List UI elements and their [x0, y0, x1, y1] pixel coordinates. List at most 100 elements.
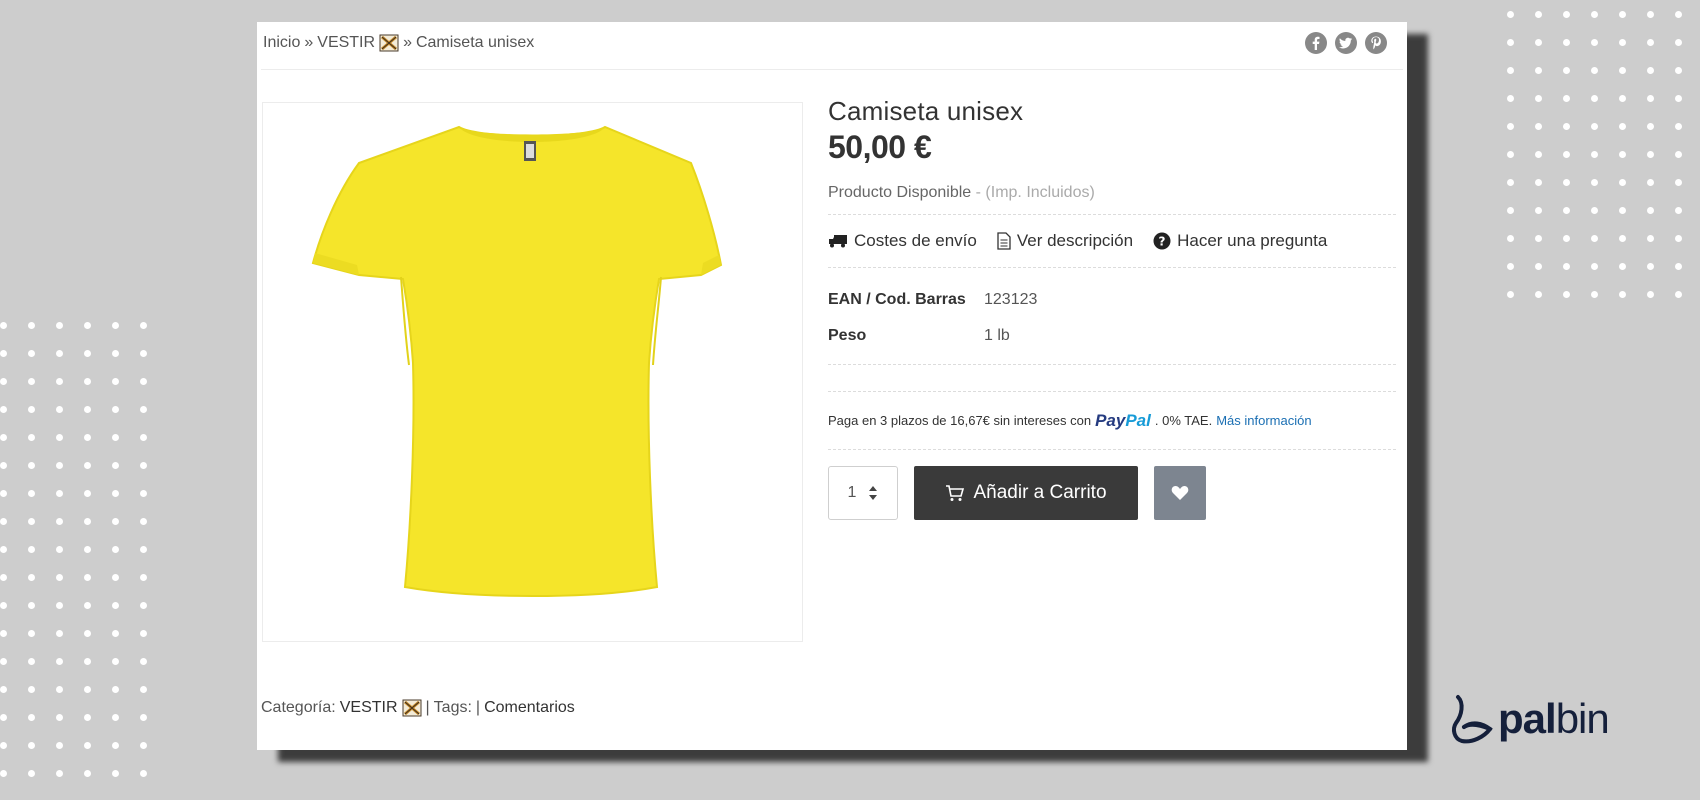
facebook-icon[interactable]: [1305, 32, 1327, 54]
decorative-dot: [0, 686, 7, 693]
decorative-dot: [1647, 67, 1654, 74]
decorative-dot: [28, 518, 35, 525]
decorative-dot: [140, 406, 147, 413]
decorative-dot: [28, 546, 35, 553]
decorative-dot: [1647, 39, 1654, 46]
decorative-dot: [140, 658, 147, 665]
shipping-costs-link[interactable]: Costes de envío: [828, 231, 977, 251]
decorative-dot: [84, 742, 91, 749]
meta-separator: |: [475, 699, 481, 716]
paypal-logo: PayPal: [1095, 410, 1151, 430]
decorative-dot: [1563, 39, 1570, 46]
availability: Producto Disponible - (Imp. Incluidos): [828, 184, 1396, 202]
product-meta-footer: Categoría: VESTIR | Tags: | Comentarios: [261, 699, 575, 717]
decorative-dot: [1619, 207, 1626, 214]
decorative-dot: [56, 350, 63, 357]
decorative-dot: [1591, 39, 1598, 46]
category-link[interactable]: VESTIR: [340, 699, 398, 717]
decorative-dot: [1535, 235, 1542, 242]
decorative-dot: [112, 490, 119, 497]
decorative-dot: [1647, 263, 1654, 270]
decorative-dot: [1507, 95, 1514, 102]
decorative-dot: [56, 462, 63, 469]
decorative-dot: [1535, 67, 1542, 74]
breadcrumb-current: Camiseta unisex: [415, 34, 535, 51]
decorative-dot: [56, 406, 63, 413]
decorative-dot: [1563, 291, 1570, 298]
decorative-dot: [56, 378, 63, 385]
add-to-cart-button[interactable]: Añadir a Carrito: [914, 466, 1138, 520]
view-description-link[interactable]: Ver descripción: [997, 231, 1133, 251]
decorative-dot: [28, 322, 35, 329]
spec-key: Peso: [828, 327, 867, 344]
spec-value: 123123: [984, 291, 1038, 308]
decorative-dot: [56, 574, 63, 581]
product-image[interactable]: [262, 102, 803, 642]
brand-wordmark: palbin: [1498, 695, 1610, 742]
decorative-dot: [0, 518, 7, 525]
wishlist-button[interactable]: [1154, 466, 1206, 520]
decorative-dot: [140, 518, 147, 525]
availability-status: Producto Disponible: [828, 184, 972, 201]
decorative-dot: [140, 462, 147, 469]
quantity-stepper[interactable]: 1: [828, 466, 898, 520]
decorative-dot: [1507, 179, 1514, 186]
decorative-dot: [1675, 263, 1682, 270]
decorative-dot: [112, 574, 119, 581]
decorative-dot: [1591, 207, 1598, 214]
decorative-dot: [28, 602, 35, 609]
decorative-dot: [140, 574, 147, 581]
decorative-dot: [1535, 11, 1542, 18]
decorative-dot: [1563, 263, 1570, 270]
twitter-icon[interactable]: [1335, 32, 1357, 54]
decorative-dot: [1591, 291, 1598, 298]
svg-text:?: ?: [1159, 235, 1166, 249]
decorative-dot: [84, 714, 91, 721]
breadcrumb-category-link[interactable]: VESTIR: [317, 34, 375, 52]
pinterest-icon[interactable]: [1365, 32, 1387, 54]
decorative-dot: [1563, 179, 1570, 186]
ask-question-link[interactable]: ? Hacer una pregunta: [1153, 231, 1327, 251]
decorative-dot: [56, 742, 63, 749]
breadcrumb-separator: »: [304, 34, 314, 51]
comments-link[interactable]: Comentarios: [484, 699, 575, 717]
decorative-dot: [1647, 235, 1654, 242]
product-price: 50,00 €: [828, 129, 932, 165]
decorative-dot: [84, 546, 91, 553]
decorative-dot: [56, 434, 63, 441]
decorative-dot: [28, 686, 35, 693]
paypal-text: Paga en 3 plazos de 16,67€ sin intereses…: [828, 413, 1092, 428]
decorative-dot: [1647, 11, 1654, 18]
breadcrumb-home-link[interactable]: Inicio: [263, 34, 300, 52]
decorative-dot: [112, 322, 119, 329]
decorative-dot: [56, 714, 63, 721]
decorative-dot: [112, 658, 119, 665]
decorative-dot: [1619, 39, 1626, 46]
decorative-dot: [1619, 235, 1626, 242]
stepper-arrows-icon[interactable]: [868, 485, 878, 501]
decorative-dot: [112, 434, 119, 441]
decorative-dot: [140, 742, 147, 749]
decorative-dot: [0, 378, 7, 385]
decorative-dot: [1675, 67, 1682, 74]
product-info: Camiseta unisex 50,00 € Producto Disponi…: [828, 96, 1396, 520]
palbin-logo-icon: [1452, 695, 1493, 744]
tshirt-image-icon: [311, 125, 723, 597]
decorative-dot: [112, 462, 119, 469]
decorative-dot: [56, 770, 63, 777]
header-divider: [261, 69, 1403, 70]
decorative-dot: [140, 434, 147, 441]
decorative-dot: [1647, 207, 1654, 214]
decorative-dot: [0, 350, 7, 357]
decorative-dot: [140, 602, 147, 609]
decorative-dot: [1507, 151, 1514, 158]
divider: [828, 364, 1396, 365]
more-info-link[interactable]: Más información: [1216, 413, 1311, 428]
decorative-dot: [1675, 151, 1682, 158]
decorative-dot: [1535, 95, 1542, 102]
decorative-dot: [84, 686, 91, 693]
product-specs: EAN / Cod. Barras 123123 Peso 1 lb: [828, 268, 1396, 364]
decorative-dot: [0, 714, 7, 721]
decorative-dot: [84, 406, 91, 413]
decorative-dot: [112, 546, 119, 553]
